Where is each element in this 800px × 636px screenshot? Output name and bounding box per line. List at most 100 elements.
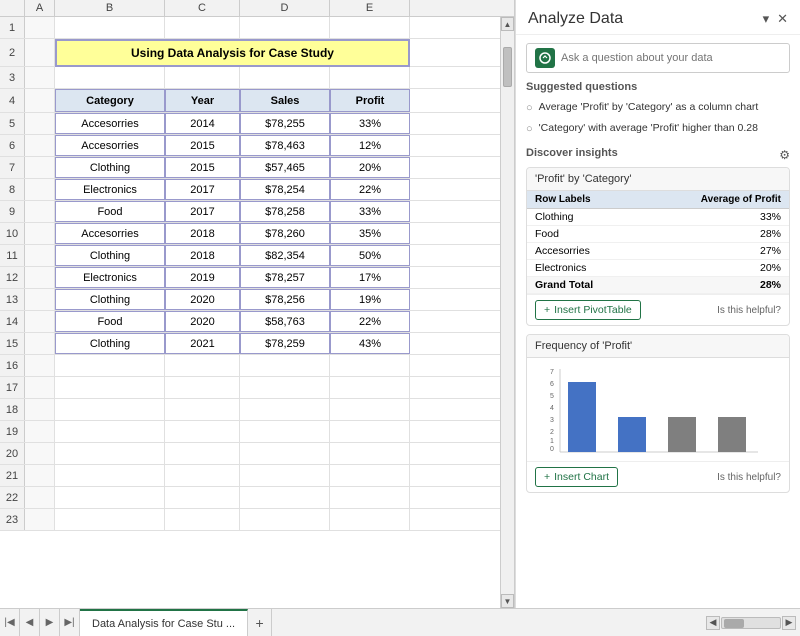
table-row: 9 Food 2017 $78,258 33%	[0, 201, 500, 223]
sheet-tab-active[interactable]: Data Analysis for Case Stu ...	[80, 609, 248, 636]
hscroll-left[interactable]: ◀	[706, 616, 720, 630]
ai-icon	[535, 48, 555, 68]
tab-nav-next[interactable]: ▶	[40, 609, 60, 636]
hscroll-thumb[interactable]	[724, 619, 744, 628]
cell-e1[interactable]	[330, 17, 410, 38]
cell-a3[interactable]	[25, 67, 55, 88]
col-header-e[interactable]: E	[330, 0, 410, 16]
insights-header: Discover insights ⚙	[526, 147, 790, 163]
pivot-cell-clothing-label: Clothing	[527, 209, 641, 226]
vertical-scrollbar[interactable]: ▲ ▼	[500, 17, 514, 608]
col-header-year[interactable]: Year	[165, 89, 240, 112]
cell-a4[interactable]	[25, 89, 55, 112]
scrollbar-thumb[interactable]	[503, 47, 512, 87]
close-icon[interactable]: ✕	[777, 11, 788, 27]
pivot-mini-table: Row Labels Average of Profit Clothing 33…	[527, 191, 789, 294]
row-num-1: 1	[0, 17, 25, 38]
main-area: A B C D E 1 2	[0, 0, 800, 608]
analyze-panel: Analyze Data ▾ ✕ Suggested questions	[515, 0, 800, 608]
cell-a2[interactable]	[25, 39, 55, 66]
lamp-icon-1: ○	[526, 102, 533, 114]
tab-spacer	[272, 609, 706, 636]
chart-insight-card: Frequency of 'Profit' 7 6 5 4 3 2 1 0	[526, 334, 790, 493]
sheet-rows: 1 2 Using Data Analysis for Case Study 3	[0, 17, 500, 608]
pivot-row-accesorries: Accesorries 27%	[527, 243, 789, 260]
col-header-d[interactable]: D	[240, 0, 330, 16]
search-input[interactable]	[561, 52, 781, 64]
table-row: 2 Using Data Analysis for Case Study	[0, 39, 500, 67]
tab-nav-last[interactable]: ▶|	[60, 609, 80, 636]
pivot-helpful-text: Is this helpful?	[717, 305, 781, 316]
suggested-question-2[interactable]: ○ 'Category' with average 'Profit' highe…	[526, 118, 790, 139]
col-header-c[interactable]: C	[165, 0, 240, 16]
pivot-cell-total-val: 28%	[641, 277, 789, 294]
cell-d1[interactable]	[240, 17, 330, 38]
corner-cell	[0, 0, 25, 16]
lamp-icon-2: ○	[526, 123, 533, 135]
chart-helpful-text: Is this helpful?	[717, 472, 781, 483]
analyze-title: Analyze Data	[528, 10, 623, 28]
cell-b1[interactable]	[55, 17, 165, 38]
pivot-cell-total-label: Grand Total	[527, 277, 641, 294]
pivot-cell-clothing-val: 33%	[641, 209, 789, 226]
insert-pivot-table-button[interactable]: + Insert PivotTable	[535, 300, 641, 320]
gear-icon[interactable]: ⚙	[779, 148, 790, 162]
suggested-question-1[interactable]: ○ Average 'Profit' by 'Category' as a co…	[526, 97, 790, 118]
search-box[interactable]	[526, 43, 790, 73]
svg-text:5: 5	[550, 393, 554, 400]
col-header-a[interactable]: A	[25, 0, 55, 16]
table-row: 12 Electronics 2019 $78,257 17%	[0, 267, 500, 289]
pivot-card-title: 'Profit' by 'Category'	[527, 168, 789, 191]
col-header-b[interactable]: B	[55, 0, 165, 16]
table-row: 3	[0, 67, 500, 89]
chevron-down-icon[interactable]: ▾	[763, 11, 770, 27]
col-header-profit[interactable]: Profit	[330, 89, 410, 112]
pivot-cell-food-label: Food	[527, 226, 641, 243]
analyze-body: Suggested questions ○ Average 'Profit' b…	[516, 35, 800, 608]
spreadsheet-title: Using Data Analysis for Case Study	[55, 39, 410, 67]
plus-icon: +	[544, 304, 550, 316]
analyze-header-icons: ▾ ✕	[763, 11, 788, 27]
bar-chart-svg: 7 6 5 4 3 2 1 0	[535, 364, 781, 454]
insert-chart-button[interactable]: + Insert Chart	[535, 467, 618, 487]
pivot-row-grand-total: Grand Total 28%	[527, 277, 789, 294]
table-row: 14 Food 2020 $58,763 22%	[0, 311, 500, 333]
row-num-2: 2	[0, 39, 25, 66]
pivot-row-food: Food 28%	[527, 226, 789, 243]
table-row: 23	[0, 509, 500, 531]
add-sheet-button[interactable]: +	[248, 609, 272, 636]
svg-text:3: 3	[550, 417, 554, 424]
table-row: 8 Electronics 2017 $78,254 22%	[0, 179, 500, 201]
scroll-down-btn[interactable]: ▼	[501, 594, 514, 608]
pivot-col-header-labels: Row Labels	[527, 191, 641, 209]
question-text-2: 'Category' with average 'Profit' higher …	[539, 122, 758, 134]
col-header-category[interactable]: Category	[55, 89, 165, 112]
tab-nav-prev[interactable]: ◀	[20, 609, 40, 636]
cell-a1[interactable]	[25, 17, 55, 38]
pivot-card-footer: + Insert PivotTable Is this helpful?	[527, 294, 789, 325]
cell-e3[interactable]	[330, 67, 410, 88]
cell-d3[interactable]	[240, 67, 330, 88]
table-header-row: 4 Category Year Sales Profit	[0, 89, 500, 113]
pivot-cell-accesorries-label: Accesorries	[527, 243, 641, 260]
table-row: 17	[0, 377, 500, 399]
hscroll-right[interactable]: ▶	[782, 616, 796, 630]
table-row: 7 Clothing 2015 $57,465 20%	[0, 157, 500, 179]
svg-text:6: 6	[550, 381, 554, 388]
cell-b3[interactable]	[55, 67, 165, 88]
table-row: 5 Accesorries 2014 $78,255 33%	[0, 113, 500, 135]
analyze-header: Analyze Data ▾ ✕	[516, 0, 800, 35]
pivot-row-electronics: Electronics 20%	[527, 260, 789, 277]
svg-text:7: 7	[550, 369, 554, 376]
table-row: 10 Accesorries 2018 $78,260 35%	[0, 223, 500, 245]
cell-c1[interactable]	[165, 17, 240, 38]
hscroll-track[interactable]	[721, 617, 781, 629]
insert-chart-label: Insert Chart	[554, 471, 609, 483]
spreadsheet-container: A B C D E 1 2	[0, 0, 515, 608]
insert-pivot-label: Insert PivotTable	[554, 304, 632, 316]
col-header-sales[interactable]: Sales	[240, 89, 330, 112]
cell-c3[interactable]	[165, 67, 240, 88]
col-headers: A B C D E	[0, 0, 514, 17]
scroll-up-btn[interactable]: ▲	[501, 17, 514, 31]
tab-nav-first[interactable]: |◀	[0, 609, 20, 636]
